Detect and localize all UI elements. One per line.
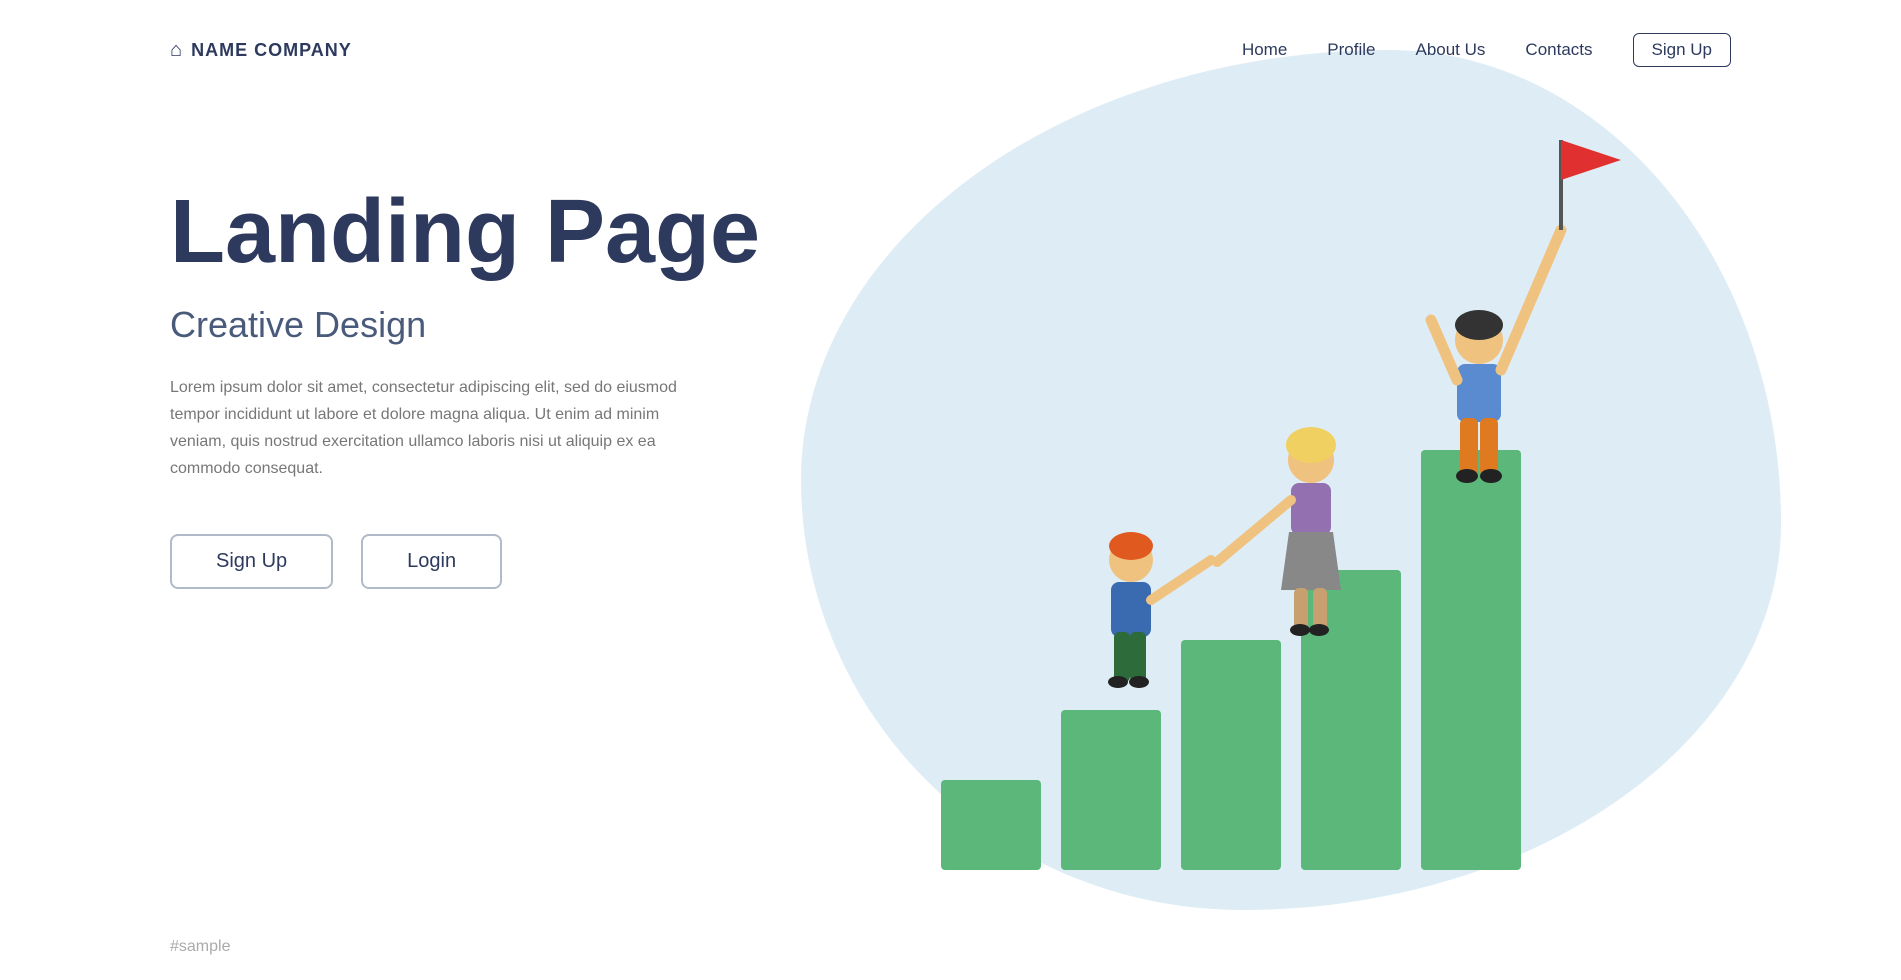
hero-section: Landing Page Creative Design Lorem ipsum… [170, 185, 760, 589]
nav-contacts[interactable]: Contacts [1525, 40, 1592, 60]
signup-button[interactable]: Sign Up [170, 534, 333, 589]
logo: ⌂ NAME COMPANY [170, 39, 352, 62]
logo-text: NAME COMPANY [191, 40, 352, 61]
illustration [821, 60, 1821, 960]
hero-description: Lorem ipsum dolor sit amet, consectetur … [170, 374, 690, 483]
home-icon: ⌂ [170, 39, 183, 62]
hero-title: Landing Page [170, 185, 760, 280]
sample-tag: #sample [170, 938, 230, 956]
cta-buttons: Sign Up Login [170, 534, 760, 589]
header: ⌂ NAME COMPANY Home Profile About Us Con… [0, 0, 1901, 100]
navigation: Home Profile About Us Contacts Sign Up [1242, 33, 1731, 67]
nav-home[interactable]: Home [1242, 40, 1287, 60]
hero-subtitle: Creative Design [170, 304, 760, 346]
nav-profile[interactable]: Profile [1327, 40, 1375, 60]
nav-signup-button[interactable]: Sign Up [1633, 33, 1731, 67]
nav-about[interactable]: About Us [1415, 40, 1485, 60]
login-button[interactable]: Login [361, 534, 502, 589]
